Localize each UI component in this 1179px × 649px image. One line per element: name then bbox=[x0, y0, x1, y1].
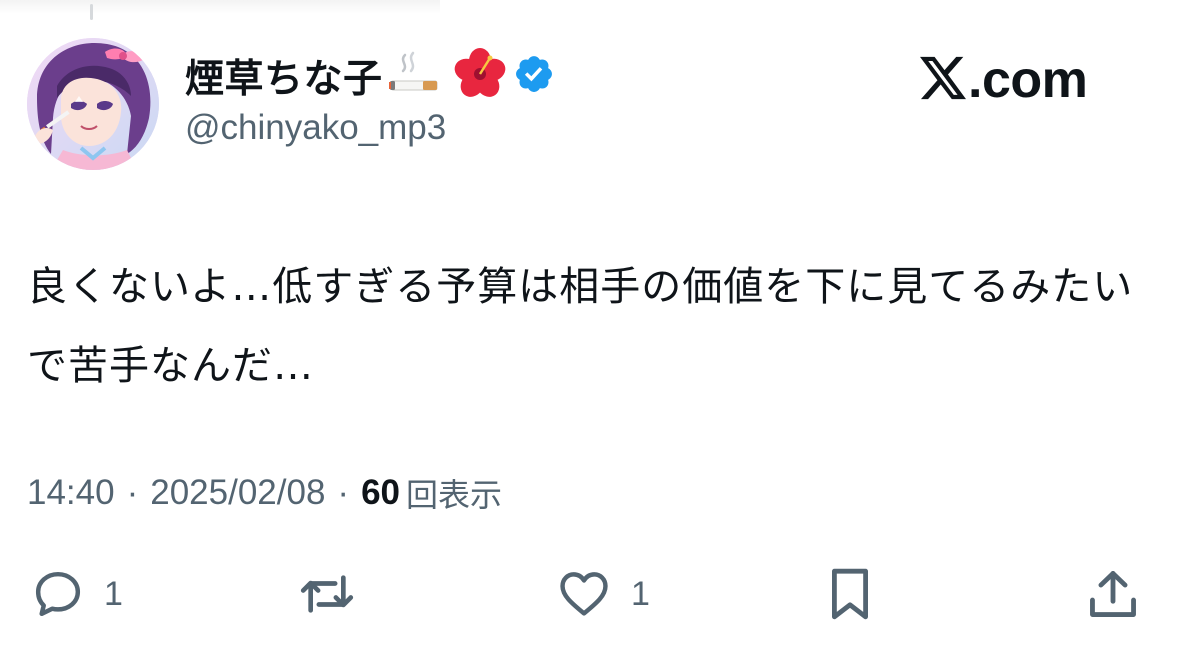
tweet-date[interactable]: 2025/02/08 bbox=[150, 473, 325, 513]
bookmark-icon bbox=[826, 565, 874, 623]
tweet-time[interactable]: 14:40 bbox=[27, 473, 115, 513]
author-name-row[interactable]: 煙草ちな子 bbox=[185, 48, 555, 104]
reply-count: 1 bbox=[104, 574, 123, 613]
bookmark-button[interactable] bbox=[826, 562, 874, 626]
top-edge-fragment bbox=[0, 0, 440, 14]
reply-button[interactable]: 1 bbox=[30, 562, 123, 626]
retweet-icon bbox=[298, 566, 356, 622]
like-count: 1 bbox=[631, 574, 650, 613]
author-display-name[interactable]: 煙草ちな子 bbox=[185, 48, 383, 104]
avatar[interactable] bbox=[27, 38, 159, 170]
verified-badge-icon[interactable] bbox=[513, 53, 555, 99]
avatar-illustration bbox=[27, 38, 159, 170]
tweet-text: 良くないよ…低すぎる予算は相手の価値を下に見てるみたいで苦手なんだ… bbox=[27, 264, 1134, 389]
retweet-button[interactable] bbox=[298, 562, 374, 626]
views-count: 60 bbox=[361, 473, 401, 512]
share-button[interactable] bbox=[1084, 562, 1142, 626]
views-label: 回表示 bbox=[406, 476, 503, 514]
reply-icon bbox=[30, 566, 86, 622]
heart-icon bbox=[555, 566, 613, 622]
cigarette-icon bbox=[387, 51, 445, 101]
meta-separator: · bbox=[126, 473, 139, 512]
brand-x-com: .com bbox=[920, 50, 1088, 110]
brand-domain-text: .com bbox=[968, 51, 1088, 109]
hibiscus-icon bbox=[453, 48, 507, 104]
like-button[interactable]: 1 bbox=[555, 562, 650, 626]
meta-separator: · bbox=[337, 473, 350, 512]
top-edge-mark bbox=[90, 4, 93, 20]
tweet-actions-bar: 1 1 bbox=[0, 562, 1179, 626]
share-icon bbox=[1084, 565, 1142, 623]
x-logo-icon bbox=[920, 56, 966, 104]
tweet-meta: 14:40 · 2025/02/08 · 60 回表示 bbox=[27, 468, 502, 518]
author-handle[interactable]: @chinyako_mp3 bbox=[185, 108, 446, 148]
